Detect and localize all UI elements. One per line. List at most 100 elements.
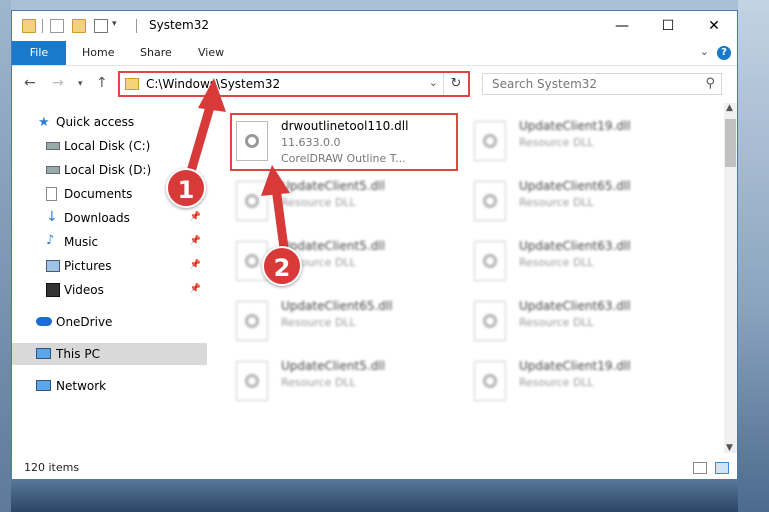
minimize-button[interactable]: — bbox=[599, 11, 645, 41]
tab-share[interactable]: Share bbox=[140, 41, 172, 65]
file-item[interactable]: UpdateClient5.dll Resource DLL bbox=[232, 355, 452, 411]
pin-icon[interactable]: 📌 bbox=[190, 212, 201, 222]
file-explorer-window: ▾ System32 — ☐ ✕ File Home Share View ⌄ … bbox=[11, 10, 738, 480]
sidebar-item-label: This PC bbox=[56, 347, 100, 361]
search-input[interactable]: Search System32 ⚲ bbox=[482, 73, 722, 95]
address-path[interactable]: C:\Windows\System32 bbox=[146, 77, 280, 91]
file-description: Resource DLL bbox=[519, 316, 594, 329]
vertical-scrollbar[interactable]: ▲ ▼ bbox=[724, 103, 737, 453]
step-badge-1: 1 bbox=[166, 168, 206, 208]
file-item[interactable]: UpdateClient19.dll Resource DLL bbox=[470, 355, 690, 411]
sidebar-item-quick-access[interactable]: ★ Quick access bbox=[12, 111, 207, 133]
scroll-down-icon[interactable]: ▼ bbox=[726, 443, 733, 453]
pin-icon[interactable]: 📌 bbox=[190, 260, 201, 270]
file-name: UpdateClient19.dll bbox=[519, 359, 631, 373]
file-item[interactable]: UpdateClient65.dll Resource DLL bbox=[470, 175, 690, 231]
music-icon: ♪ bbox=[46, 233, 55, 248]
sidebar-item-downloads[interactable]: ↓ Downloads 📌 bbox=[12, 207, 207, 229]
help-icon[interactable]: ? bbox=[717, 46, 731, 60]
file-item[interactable]: UpdateClient63.dll Resource DLL bbox=[470, 235, 690, 291]
sidebar-item-network[interactable]: Network bbox=[12, 375, 207, 397]
documents-icon bbox=[46, 187, 57, 201]
search-placeholder: Search System32 bbox=[492, 77, 598, 91]
sidebar-item-onedrive[interactable]: OneDrive bbox=[12, 311, 207, 333]
tab-view[interactable]: View bbox=[198, 41, 224, 65]
scrollbar-thumb[interactable] bbox=[725, 119, 736, 167]
file-name: UpdateClient63.dll bbox=[519, 299, 631, 313]
sidebar-item-label: Documents bbox=[64, 187, 133, 201]
file-item[interactable]: UpdateClient5.dll Resource DLL bbox=[232, 175, 452, 231]
sidebar-item-videos[interactable]: Videos 📌 bbox=[12, 279, 207, 301]
sidebar-item-label: Downloads bbox=[64, 211, 130, 225]
file-description: Resource DLL bbox=[519, 376, 594, 389]
recent-locations-chevron-icon[interactable]: ▾ bbox=[78, 79, 83, 89]
forward-arrow-icon[interactable]: → bbox=[52, 75, 64, 91]
tab-file[interactable]: File bbox=[12, 41, 66, 65]
file-item[interactable]: UpdateClient63.dll Resource DLL bbox=[470, 295, 690, 351]
file-description: Resource DLL bbox=[281, 316, 356, 329]
pictures-icon bbox=[46, 260, 60, 272]
close-button[interactable]: ✕ bbox=[691, 11, 737, 41]
large-icons-view-icon[interactable] bbox=[715, 462, 729, 474]
dll-file-icon bbox=[474, 121, 506, 161]
title-bar: ▾ System32 — ☐ ✕ bbox=[12, 11, 737, 41]
folder-icon bbox=[125, 78, 139, 90]
file-name: UpdateClient5.dll bbox=[281, 179, 385, 193]
chevron-down-icon[interactable]: ⌄ bbox=[429, 76, 438, 89]
file-item[interactable]: UpdateClient19.dll Resource DLL bbox=[470, 115, 690, 171]
file-name: UpdateClient63.dll bbox=[519, 239, 631, 253]
dll-file-icon bbox=[236, 301, 268, 341]
dll-file-icon bbox=[474, 301, 506, 341]
step-badge-2: 2 bbox=[262, 246, 302, 286]
desktop-background-right bbox=[738, 0, 769, 512]
sidebar-item-this-pc[interactable]: This PC bbox=[12, 343, 207, 365]
status-bar: 120 items bbox=[12, 457, 737, 479]
details-view-icon[interactable] bbox=[693, 462, 707, 474]
chevron-down-icon[interactable]: ▾ bbox=[112, 19, 126, 33]
videos-icon bbox=[46, 283, 60, 297]
pin-icon[interactable]: 📌 bbox=[190, 236, 201, 246]
up-arrow-icon[interactable]: ↑ bbox=[96, 75, 108, 91]
dll-file-icon bbox=[474, 361, 506, 401]
sidebar-item-label: OneDrive bbox=[56, 315, 113, 329]
new-folder-icon[interactable] bbox=[72, 19, 86, 33]
sidebar-item-pictures[interactable]: Pictures 📌 bbox=[12, 255, 207, 277]
pin-icon[interactable]: 📌 bbox=[190, 284, 201, 294]
search-icon[interactable]: ⚲ bbox=[705, 76, 715, 91]
folder-icon bbox=[22, 19, 36, 33]
file-description: Resource DLL bbox=[519, 256, 594, 269]
file-description: Resource DLL bbox=[519, 196, 594, 209]
address-bar[interactable]: C:\Windows\System32 ⌄ ↻ bbox=[118, 71, 470, 97]
refresh-icon[interactable]: ↻ bbox=[443, 73, 468, 95]
sidebar-item-label: Quick access bbox=[56, 115, 135, 129]
dll-file-icon bbox=[474, 241, 506, 281]
maximize-button[interactable]: ☐ bbox=[645, 11, 691, 41]
file-description: Resource DLL bbox=[281, 196, 356, 209]
file-name: UpdateClient5.dll bbox=[281, 239, 385, 253]
file-name: UpdateClient5.dll bbox=[281, 359, 385, 373]
network-icon bbox=[36, 380, 51, 391]
navigation-pane: ★ Quick access Local Disk (C:) Local Dis… bbox=[12, 103, 207, 453]
sidebar-item-label: Local Disk (D:) bbox=[64, 163, 152, 177]
dll-file-icon bbox=[474, 181, 506, 221]
drive-icon bbox=[46, 142, 60, 150]
sidebar-item-label: Music bbox=[64, 235, 99, 249]
sidebar-item-label: Network bbox=[56, 379, 107, 393]
dll-file-icon bbox=[236, 361, 268, 401]
download-icon: ↓ bbox=[46, 209, 58, 225]
item-count: 120 items bbox=[24, 461, 80, 474]
sidebar-item-music[interactable]: ♪ Music 📌 bbox=[12, 231, 207, 253]
properties-icon[interactable] bbox=[50, 19, 64, 33]
computer-icon bbox=[36, 348, 51, 359]
file-description: Resource DLL bbox=[281, 376, 356, 389]
sidebar-item-local-disk-c[interactable]: Local Disk (C:) bbox=[12, 135, 207, 157]
quick-access-toolbar-icon[interactable] bbox=[94, 19, 108, 33]
file-item[interactable]: UpdateClient65.dll Resource DLL bbox=[232, 295, 452, 351]
back-arrow-icon[interactable]: ← bbox=[24, 75, 36, 91]
navigation-bar: ← → ▾ ↑ C:\Windows\System32 ⌄ ↻ Search S… bbox=[12, 66, 737, 102]
desktop-background-left bbox=[0, 0, 11, 512]
scroll-up-icon[interactable]: ▲ bbox=[726, 103, 733, 113]
cloud-icon bbox=[36, 317, 52, 326]
chevron-down-icon[interactable]: ⌄ bbox=[700, 45, 709, 58]
tab-home[interactable]: Home bbox=[82, 41, 114, 65]
